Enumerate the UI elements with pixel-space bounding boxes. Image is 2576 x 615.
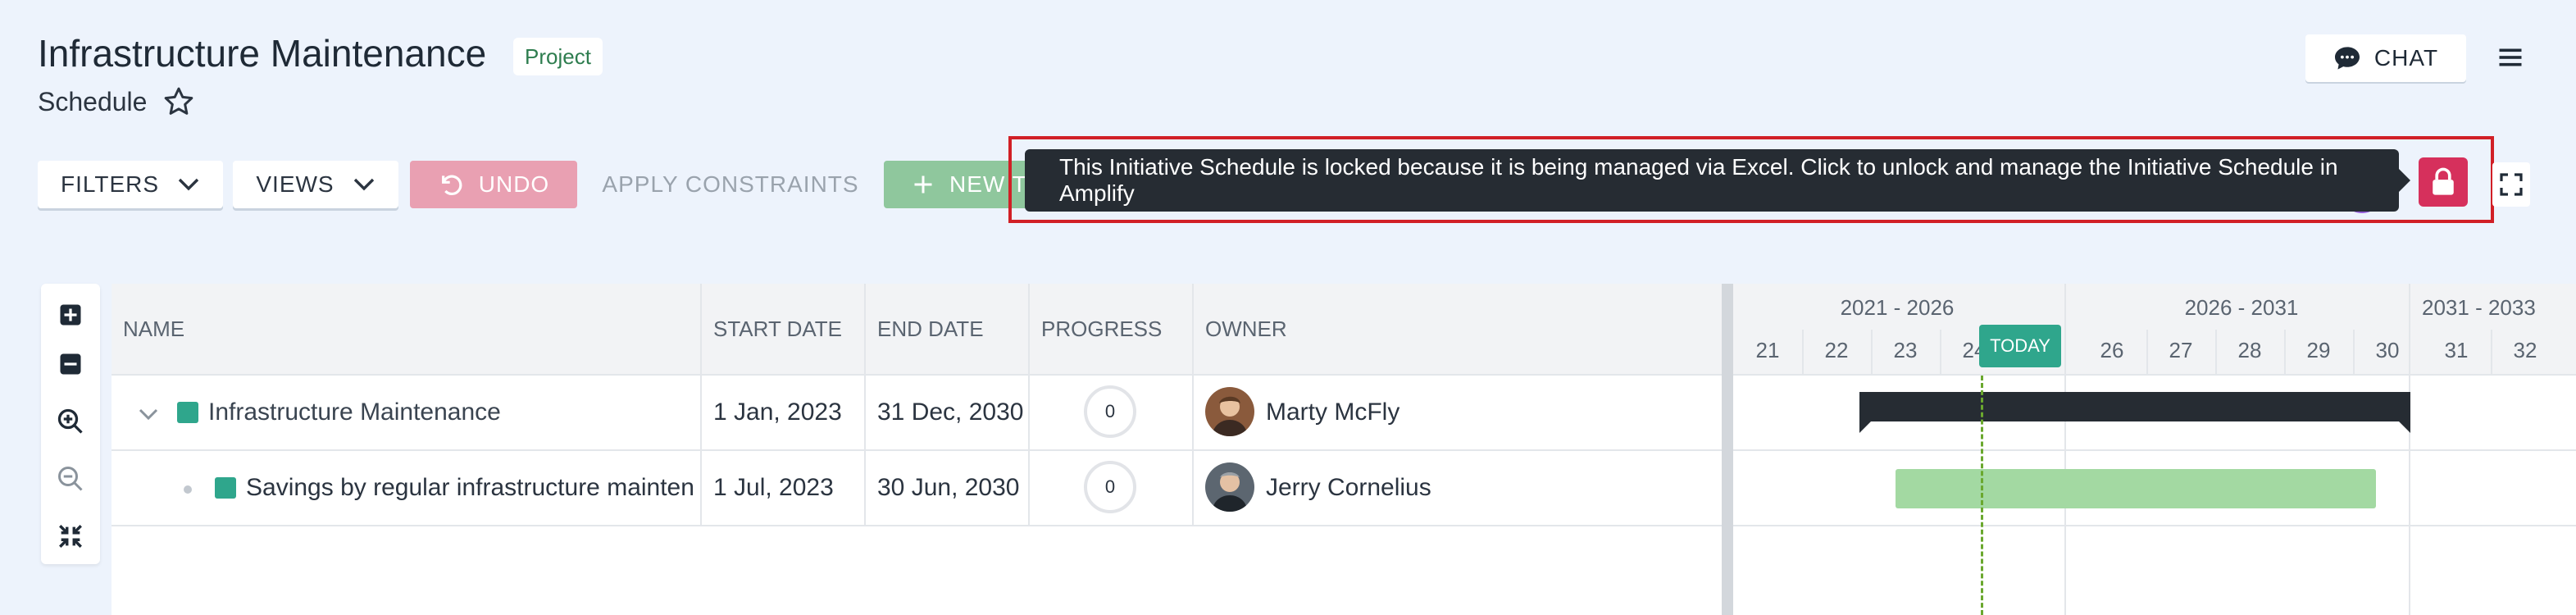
period-label: 2021 - 2026 [1840,295,1955,320]
page-title: Infrastructure Maintenance [38,32,487,75]
period-label: 2031 - 2033 [2422,295,2536,320]
filters-label: FILTERS [60,171,160,197]
year-label: 21 [1755,338,1780,362]
star-icon[interactable] [162,85,195,118]
column-header-start-date[interactable]: START DATE [713,317,842,342]
chevron-down-icon [353,178,374,191]
zoom-out-button[interactable] [56,464,85,494]
year-divider [2146,330,2148,376]
progress-value: 0 [1104,476,1116,497]
end-date[interactable]: 31 Dec, 2030 [877,399,1023,426]
owner-name[interactable]: Marty McFly [1266,399,1400,426]
period-label: 2026 - 2031 [2184,295,2299,320]
task-name[interactable]: Infrastructure Maintenance [208,399,501,426]
table-row[interactable]: Infrastructure Maintenance 1 Jan, 2023 3… [112,376,1725,451]
undo-button[interactable]: UNDO [410,161,577,208]
apply-constraints-button[interactable]: APPLY CONSTRAINTS [587,161,874,208]
lock-icon [2433,167,2454,195]
apply-constraints-label: APPLY CONSTRAINTS [602,171,859,197]
timeline-header: 2021 - 2026 2026 - 2031 2031 - 2033 21 2… [1733,284,2576,376]
gantt-chart: 2021 - 2026 2026 - 2031 2031 - 2033 21 2… [1733,284,2576,615]
chat-label: CHAT [2373,45,2439,71]
start-date[interactable]: 1 Jan, 2023 [713,399,842,426]
menu-icon[interactable] [2496,43,2525,72]
zoom-out-icon [58,467,83,491]
undo-label: UNDO [478,171,550,197]
plus-icon [914,175,932,194]
year-label: 30 [2375,338,2400,362]
task-name[interactable]: Savings by regular infrastructure mainte… [246,474,695,502]
expand-all-button[interactable] [56,300,85,330]
filters-button[interactable]: FILTERS [38,161,223,208]
fit-view-button[interactable] [56,522,85,551]
column-header-name[interactable]: NAME [123,317,184,342]
year-label: 29 [2306,338,2331,362]
column-header-end-date[interactable]: END DATE [877,317,984,342]
fullscreen-button[interactable] [2492,162,2530,207]
end-date[interactable]: 30 Jun, 2030 [877,474,1019,502]
today-marker: TODAY [1979,325,2061,367]
chat-bubble-icon [2334,47,2360,70]
year-divider [1802,330,1804,376]
start-date[interactable]: 1 Jul, 2023 [713,474,834,502]
project-badge: Project [513,38,603,75]
plus-square-icon [60,304,81,326]
column-header-owner[interactable]: OWNER [1205,317,1287,342]
year-divider [2353,330,2355,376]
views-button[interactable]: VIEWS [233,161,398,208]
task-icon [215,477,236,499]
collapse-all-button[interactable] [56,349,85,379]
year-divider [2284,330,2286,376]
task-grid: NAME START DATE END DATE PROGRESS OWNER … [112,284,1725,615]
lock-tooltip: This Initiative Schedule is locked becau… [1025,149,2410,212]
views-label: VIEWS [256,171,335,197]
grid-header: NAME START DATE END DATE PROGRESS OWNER [112,284,1725,376]
zoom-in-icon [57,408,83,434]
unlock-button[interactable] [2419,157,2468,207]
year-divider [1940,330,1941,376]
chat-button[interactable]: CHAT [2305,34,2466,82]
minus-square-icon [60,353,81,375]
lock-tooltip-text: This Initiative Schedule is locked becau… [1059,154,2338,206]
progress-value: 0 [1104,401,1116,421]
column-header-progress[interactable]: PROGRESS [1041,317,1162,342]
compress-icon [59,525,82,548]
year-divider [2215,330,2217,376]
project-icon [177,402,198,423]
year-label: 31 [2444,338,2469,362]
progress-ring: 0 [1084,385,1136,438]
year-label: 27 [2169,338,2193,362]
year-label: 26 [2100,338,2124,362]
table-row[interactable]: Savings by regular infrastructure mainte… [112,451,1725,526]
task-bar[interactable] [1896,469,2376,508]
zoom-toolbar [41,284,100,564]
bullet-icon [184,485,192,494]
today-line [1981,376,1983,615]
year-divider [1871,330,1873,376]
year-divider [2491,330,2492,376]
chevron-down-icon [178,178,199,191]
avatar [1205,462,1254,512]
avatar [1205,387,1254,436]
year-label: 23 [1893,338,1918,362]
progress-ring: 0 [1084,461,1136,513]
owner-name[interactable]: Jerry Cornelius [1266,474,1431,502]
year-label: 28 [2237,338,2262,362]
chevron-down-icon[interactable] [136,402,161,426]
undo-icon [441,175,462,195]
page-subtitle: Schedule [38,87,148,116]
year-label: 22 [1824,338,1849,362]
project-summary-bar[interactable] [1859,392,2410,433]
expand-icon [2500,173,2523,196]
zoom-in-button[interactable] [56,407,85,436]
pane-splitter[interactable] [1722,284,1733,615]
year-label: 32 [2513,338,2537,362]
